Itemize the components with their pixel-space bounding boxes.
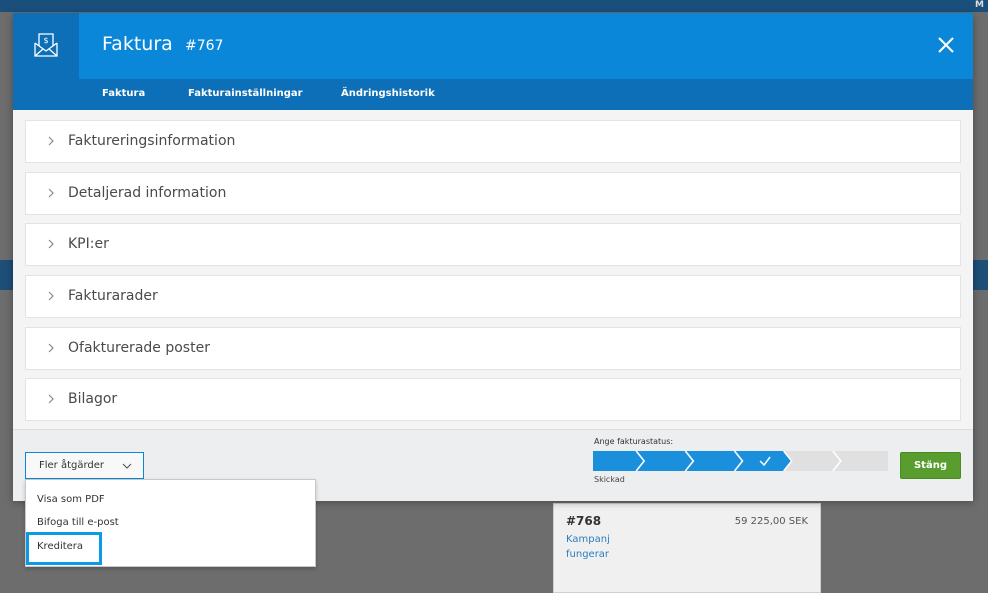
section-fakturarader[interactable]: Fakturarader	[25, 275, 961, 318]
chevron-right-icon	[48, 291, 54, 301]
status-caption: Skickad	[594, 475, 625, 484]
background-card-line2: fungerar	[566, 549, 610, 560]
menu-item-bifoga-till-e-post[interactable]: Bifoga till e-post	[37, 517, 119, 528]
tab-andringshistorik[interactable]: Ändringshistorik	[341, 88, 435, 99]
section-label: Bilagor	[68, 391, 118, 407]
chevron-right-icon	[48, 136, 54, 146]
section-label: KPI:er	[68, 236, 109, 252]
invoice-modal: $ Faktura #767 Faktura Fakturainställnin…	[13, 13, 973, 501]
chevron-right-icon	[48, 239, 54, 249]
background-card-line1: Kampanj	[566, 534, 610, 545]
section-label: Fakturarader	[68, 288, 158, 304]
section-label: Ofakturerade poster	[68, 340, 210, 356]
more-actions-button[interactable]: Fler åtgärder	[25, 452, 144, 479]
more-actions-menu: Visa som PDF Bifoga till e-post Krediter…	[25, 479, 316, 567]
invoice-status-stepper[interactable]	[593, 451, 888, 471]
chevron-down-icon	[122, 463, 132, 469]
svg-text:$: $	[43, 36, 48, 45]
modal-title: Faktura	[102, 33, 173, 55]
background-topbar: M	[0, 0, 988, 12]
tab-fakturainstallningar[interactable]: Fakturainställningar	[188, 88, 303, 99]
section-label: Detaljerad information	[68, 185, 227, 201]
chevron-right-icon	[48, 343, 54, 353]
section-ofakturerade-poster[interactable]: Ofakturerade poster	[25, 327, 961, 370]
section-detaljerad-information[interactable]: Detaljerad information	[25, 172, 961, 215]
menu-item-kreditera[interactable]: Kreditera	[37, 541, 83, 552]
section-faktureringsinformation[interactable]: Faktureringsinformation	[25, 120, 961, 163]
background-topbar-letter: M	[975, 0, 984, 10]
status-label: Ange fakturastatus:	[594, 437, 674, 446]
modal-header: $ Faktura #767	[13, 13, 973, 79]
invoice-number: #767	[185, 38, 224, 54]
section-bilagor[interactable]: Bilagor	[25, 378, 961, 421]
section-kpier[interactable]: KPI:er	[25, 223, 961, 266]
background-card-amount: 59 225,00 SEK	[734, 516, 808, 527]
invoice-envelope-icon: $	[34, 33, 58, 57]
modal-tabs: Faktura Fakturainställningar Ändringshis…	[13, 79, 973, 110]
chevron-right-icon	[48, 188, 54, 198]
tab-faktura[interactable]: Faktura	[102, 88, 145, 99]
menu-item-visa-som-pdf[interactable]: Visa som PDF	[37, 494, 105, 505]
chevron-right-icon	[48, 394, 54, 404]
section-label: Faktureringsinformation	[68, 133, 236, 149]
close-icon[interactable]	[933, 32, 959, 58]
invoice-icon-box: $	[13, 13, 79, 79]
more-actions-label: Fler åtgärder	[39, 460, 105, 471]
close-button[interactable]: Stäng	[900, 452, 961, 479]
background-invoice-card: #768 59 225,00 SEK Kampanj fungerar	[553, 503, 821, 593]
